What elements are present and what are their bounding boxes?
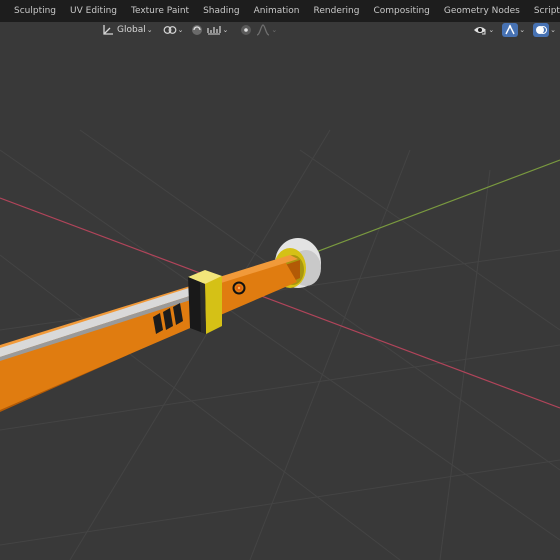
- snap-icon: [191, 24, 203, 36]
- gizmo-dropdown[interactable]: ⌄: [500, 22, 527, 38]
- transform-orientation-dropdown[interactable]: Global ⌄: [100, 22, 155, 38]
- 3d-viewport[interactable]: [0, 0, 560, 560]
- proportional-editing-toggle[interactable]: [238, 22, 254, 38]
- transform-orientation-label: Global: [117, 25, 146, 35]
- chevron-down-icon: ⌄: [550, 26, 556, 34]
- tab-rendering[interactable]: Rendering: [307, 0, 367, 22]
- tab-animation[interactable]: Animation: [247, 0, 307, 22]
- object-visibility-icon: [473, 24, 487, 36]
- snap-toggle[interactable]: [189, 22, 205, 38]
- chevron-down-icon: ⌄: [488, 26, 495, 34]
- snap-increment-icon: [207, 24, 222, 36]
- overlay-toggle-icon[interactable]: [533, 23, 550, 37]
- guard-block-edge: [200, 282, 206, 334]
- overlay-dropdown[interactable]: ⌄: [531, 22, 558, 38]
- chevron-down-icon: ⌄: [271, 26, 278, 34]
- falloff-dropdown[interactable]: ⌄: [254, 22, 279, 38]
- pivot-point-icon: [163, 24, 177, 36]
- workspace-tab-bar: Sculpting UV Editing Texture Paint Shadi…: [0, 0, 560, 22]
- chevron-down-icon: ⌄: [222, 26, 229, 34]
- transform-orientation-icon: [102, 24, 114, 36]
- tab-shading[interactable]: Shading: [196, 0, 247, 22]
- falloff-curve-icon: [256, 24, 270, 36]
- tab-uv-editing[interactable]: UV Editing: [63, 0, 124, 22]
- chevron-down-icon: ⌄: [177, 26, 184, 34]
- gizmo-toggle-icon[interactable]: [502, 23, 519, 37]
- guard-block-side: [205, 276, 222, 334]
- snap-target-dropdown[interactable]: ⌄: [205, 22, 230, 38]
- viewport-header: Global ⌄ ⌄ ⌄ ⌄ ⌄ ⌄ ⌄: [0, 22, 560, 38]
- tab-sculpting[interactable]: Sculpting: [0, 0, 63, 22]
- chevron-down-icon: ⌄: [146, 26, 153, 34]
- tab-compositing[interactable]: Compositing: [366, 0, 436, 22]
- tab-scripting[interactable]: Scripting: [527, 0, 560, 22]
- blender-window: Sculpting UV Editing Texture Paint Shadi…: [0, 0, 560, 560]
- tab-geometry-nodes[interactable]: Geometry Nodes: [437, 0, 527, 22]
- chevron-down-icon: ⌄: [519, 26, 526, 34]
- pivot-point-dropdown[interactable]: ⌄: [161, 22, 186, 38]
- tab-texture-paint[interactable]: Texture Paint: [124, 0, 196, 22]
- object-visibility-dropdown[interactable]: ⌄: [471, 22, 496, 38]
- proportional-editing-icon: [240, 24, 252, 36]
